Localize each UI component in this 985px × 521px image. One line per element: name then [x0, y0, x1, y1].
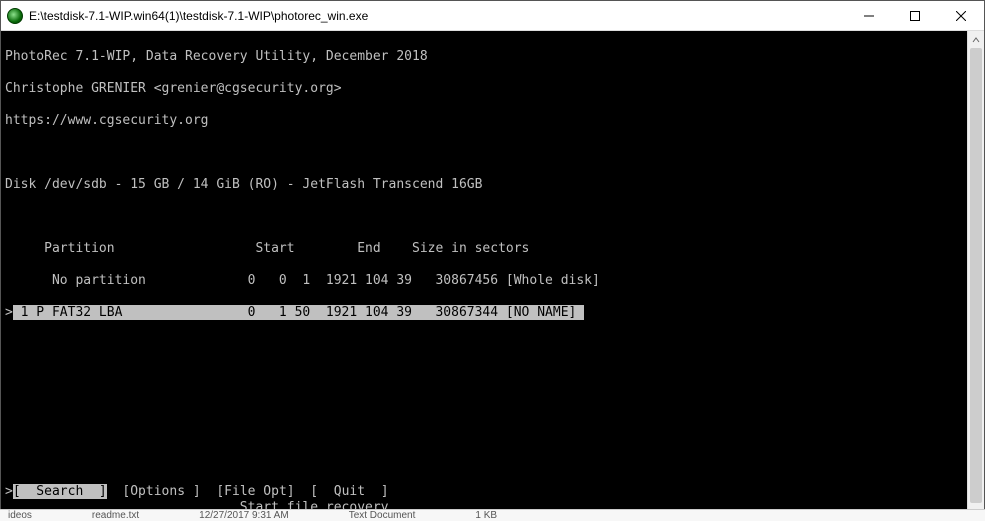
partition-row-no-partition[interactable]: No partition 0 0 1 1921 104 39 30867456 …: [5, 273, 963, 289]
blank-line: [5, 209, 963, 225]
chevron-down-icon: [972, 508, 980, 516]
content-area: PhotoRec 7.1-WIP, Data Recovery Utility,…: [1, 31, 984, 520]
menu-hint: Start file recovery: [5, 500, 963, 516]
menu-item-options[interactable]: [Options ]: [122, 484, 200, 499]
header-line-2: Christophe GRENIER <grenier@cgsecurity.o…: [5, 81, 963, 97]
app-icon: [7, 8, 23, 24]
partition-table-header: Partition Start End Size in sectors: [5, 241, 963, 257]
menu-gap: [201, 484, 217, 499]
chevron-up-icon: [972, 36, 980, 44]
menu-item-file-opt[interactable]: [File Opt]: [216, 484, 294, 499]
partition-row-selected[interactable]: > 1 P FAT32 LBA 0 1 50 1921 104 39 30867…: [5, 305, 963, 321]
menu-gap: [107, 484, 123, 499]
scroll-track[interactable]: [968, 48, 984, 503]
window-frame: E:\testdisk-7.1-WIP.win64(1)\testdisk-7.…: [0, 0, 985, 521]
scroll-up-button[interactable]: [968, 31, 984, 48]
titlebar[interactable]: E:\testdisk-7.1-WIP.win64(1)\testdisk-7.…: [1, 1, 984, 31]
scroll-thumb[interactable]: [970, 48, 982, 503]
maximize-button[interactable]: [892, 1, 938, 30]
vertical-scrollbar[interactable]: [967, 31, 984, 520]
close-icon: [956, 11, 966, 21]
scroll-down-button[interactable]: [968, 503, 984, 520]
header-line-1: PhotoRec 7.1-WIP, Data Recovery Utility,…: [5, 49, 963, 65]
header-line-3: https://www.cgsecurity.org: [5, 113, 963, 129]
window-title: E:\testdisk-7.1-WIP.win64(1)\testdisk-7.…: [29, 9, 846, 23]
close-button[interactable]: [938, 1, 984, 30]
console-output[interactable]: PhotoRec 7.1-WIP, Data Recovery Utility,…: [1, 31, 967, 520]
partition-row-selected-text: 1 P FAT32 LBA 0 1 50 1921 104 39 3086734…: [13, 305, 584, 320]
disk-info-line: Disk /dev/sdb - 15 GB / 14 GiB (RO) - Je…: [5, 177, 963, 193]
maximize-icon: [910, 11, 920, 21]
minimize-icon: [864, 11, 874, 21]
menu-item-quit[interactable]: [ Quit ]: [310, 484, 388, 499]
menu-gap: [295, 484, 311, 499]
menu-item-search[interactable]: [ Search ]: [13, 484, 107, 499]
blank-line: [5, 145, 963, 161]
minimize-button[interactable]: [846, 1, 892, 30]
window-controls: [846, 1, 984, 30]
selection-caret: >: [5, 305, 13, 320]
menu-caret: >: [5, 484, 13, 499]
menu-bar: >[ Search ] [Options ] [File Opt] [ Quit…: [5, 484, 389, 500]
